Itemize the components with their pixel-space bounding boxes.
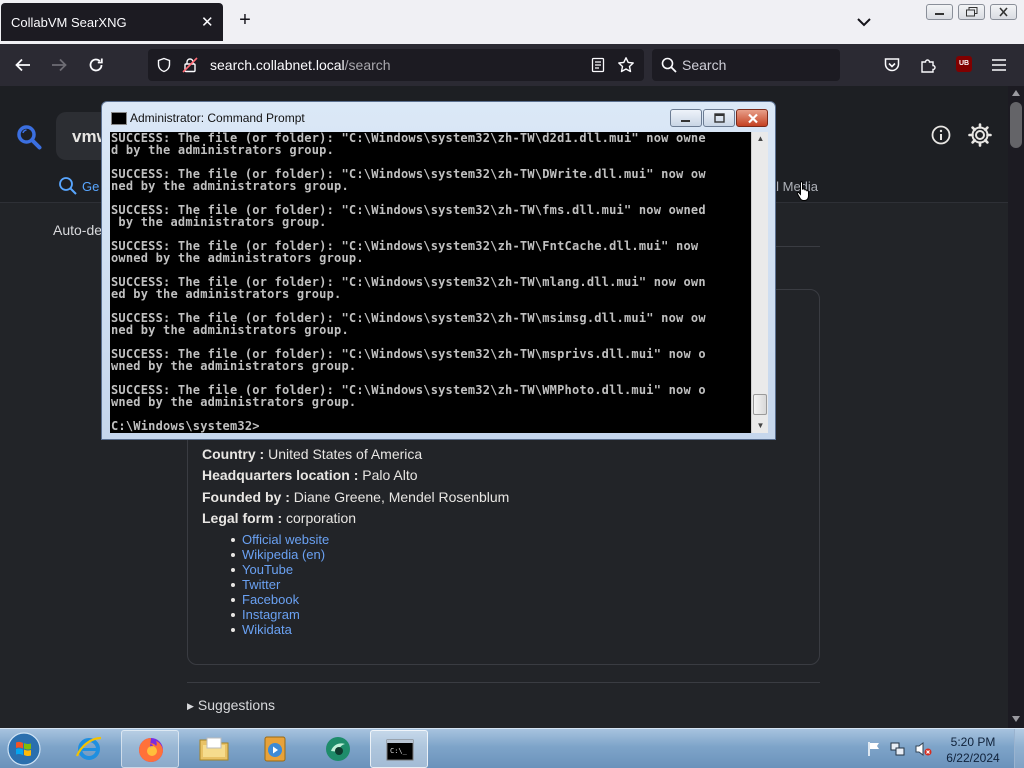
link-wikipedia[interactable]: Wikipedia (en): [229, 547, 329, 562]
page-scrollbar-thumb[interactable]: [1010, 102, 1022, 148]
reader-view-icon[interactable]: [590, 57, 606, 73]
command-prompt-window[interactable]: Administrator: Command Prompt SUCCESS: T…: [101, 101, 776, 440]
taskbar-internet-explorer[interactable]: [60, 730, 118, 768]
list-all-tabs-chevron-icon[interactable]: [852, 10, 876, 34]
info-icon[interactable]: [930, 124, 952, 151]
attr-country: Country : United States of America: [202, 446, 423, 462]
scroll-down-icon[interactable]: [1012, 716, 1020, 722]
cmd-scrollbar[interactable]: ▲ ▼: [751, 132, 768, 433]
show-desktop-button[interactable]: [1014, 729, 1024, 768]
language-autodetect[interactable]: Auto-det: [53, 222, 106, 238]
clock-date: 6/22/2024: [946, 751, 1000, 765]
hand-cursor-icon: [796, 180, 809, 201]
tab-title: CollabVM SearXNG: [11, 15, 127, 30]
link-facebook[interactable]: Facebook: [229, 592, 329, 607]
cmd-console[interactable]: SUCCESS: The file (or folder): "C:\Windo…: [110, 132, 751, 433]
link-instagram[interactable]: Instagram: [229, 607, 329, 622]
browser-tab[interactable]: CollabVM SearXNG ✕: [1, 3, 223, 41]
page-scrollbar[interactable]: [1008, 86, 1024, 728]
category-tab-general-label: Ge: [82, 179, 100, 194]
navigation-toolbar: search.collabnet.local/search Search: [0, 44, 1024, 86]
attr-founded-by: Founded by : Diane Greene, Mendel Rosenb…: [202, 489, 510, 505]
cmd-icon: C:\_: [386, 739, 414, 761]
taskbar-media-player[interactable]: [246, 730, 304, 768]
url-text: search.collabnet.local/search: [210, 57, 391, 73]
shield-icon[interactable]: [156, 57, 172, 73]
search-icon: [59, 177, 77, 195]
attr-legal-form: Legal form : corporation: [202, 510, 357, 526]
search-bar[interactable]: Search: [652, 49, 840, 81]
link-official-website[interactable]: Official website: [229, 532, 329, 547]
extensions-puzzle-icon[interactable]: [915, 52, 941, 78]
expand-triangle-icon: ▶: [187, 701, 194, 711]
cmd-window-title: Administrator: Command Prompt: [130, 111, 305, 125]
taskbar-windows-explorer[interactable]: [184, 730, 242, 768]
category-tab-general[interactable]: Ge: [58, 176, 99, 199]
link-wikidata[interactable]: Wikidata: [229, 622, 329, 637]
bookmark-star-icon[interactable]: [617, 56, 635, 74]
app-menu-hamburger-icon[interactable]: [986, 52, 1012, 78]
taskbar-firefox[interactable]: [121, 730, 179, 768]
searxng-logo-icon[interactable]: [16, 124, 42, 155]
divider: [187, 682, 820, 683]
search-icon: [661, 57, 677, 73]
search-placeholder: Search: [682, 57, 727, 73]
back-arrow-icon[interactable]: [10, 52, 36, 78]
internet-explorer-icon: [75, 736, 102, 760]
clock[interactable]: 5:20 PM 6/22/2024: [930, 734, 1016, 766]
taskbar: C:\_ 5:20 PM 6/22/2024: [0, 728, 1024, 768]
link-twitter[interactable]: Twitter: [229, 577, 329, 592]
minimize-button[interactable]: [926, 4, 953, 20]
link-youtube[interactable]: YouTube: [229, 562, 329, 577]
cmd-scroll-down-icon[interactable]: ▼: [752, 419, 769, 433]
cmd-output: SUCCESS: The file (or folder): "C:\Windo…: [111, 132, 706, 433]
forward-arrow-icon[interactable]: [46, 52, 72, 78]
attr-headquarters: Headquarters location : Palo Alto: [202, 467, 418, 483]
network-icon[interactable]: [890, 741, 906, 757]
pocket-icon[interactable]: [879, 52, 905, 78]
infobox-links: Official website Wikipedia (en) YouTube …: [229, 532, 329, 637]
green-app-icon: [326, 737, 350, 761]
taskbar-app-green[interactable]: [309, 730, 367, 768]
svg-text:C:\_: C:\_: [390, 747, 408, 755]
insecure-lock-icon[interactable]: [182, 57, 198, 73]
clock-time: 5:20 PM: [950, 735, 996, 749]
cmd-minimize-button[interactable]: [670, 109, 702, 127]
cmd-window-icon: [111, 112, 127, 125]
cmd-scrollbar-thumb[interactable]: [753, 394, 767, 415]
cmd-scroll-up-icon[interactable]: ▲: [752, 132, 769, 146]
start-orb-icon[interactable]: [4, 730, 46, 768]
media-player-icon: [264, 736, 286, 762]
ublock-origin-icon[interactable]: UB: [956, 56, 972, 72]
url-bar[interactable]: search.collabnet.local/search: [148, 49, 644, 81]
reload-icon[interactable]: [83, 52, 109, 78]
tab-strip: CollabVM SearXNG ✕ +: [0, 0, 1024, 44]
folder-icon: [199, 737, 229, 761]
scroll-up-icon[interactable]: [1012, 90, 1020, 96]
tab-close-icon[interactable]: ✕: [201, 13, 214, 31]
cmd-maximize-button[interactable]: [703, 109, 735, 127]
new-tab-icon[interactable]: +: [234, 9, 256, 31]
restore-button[interactable]: [958, 4, 985, 20]
firefox-icon: [139, 738, 163, 762]
gear-icon[interactable]: [967, 122, 993, 153]
suggestions-toggle[interactable]: ▶ Suggestions: [187, 697, 275, 713]
cmd-close-button[interactable]: [736, 109, 768, 127]
close-window-button[interactable]: [990, 4, 1017, 20]
action-center-flag-icon[interactable]: [867, 741, 881, 757]
taskbar-command-prompt[interactable]: C:\_: [370, 730, 428, 768]
